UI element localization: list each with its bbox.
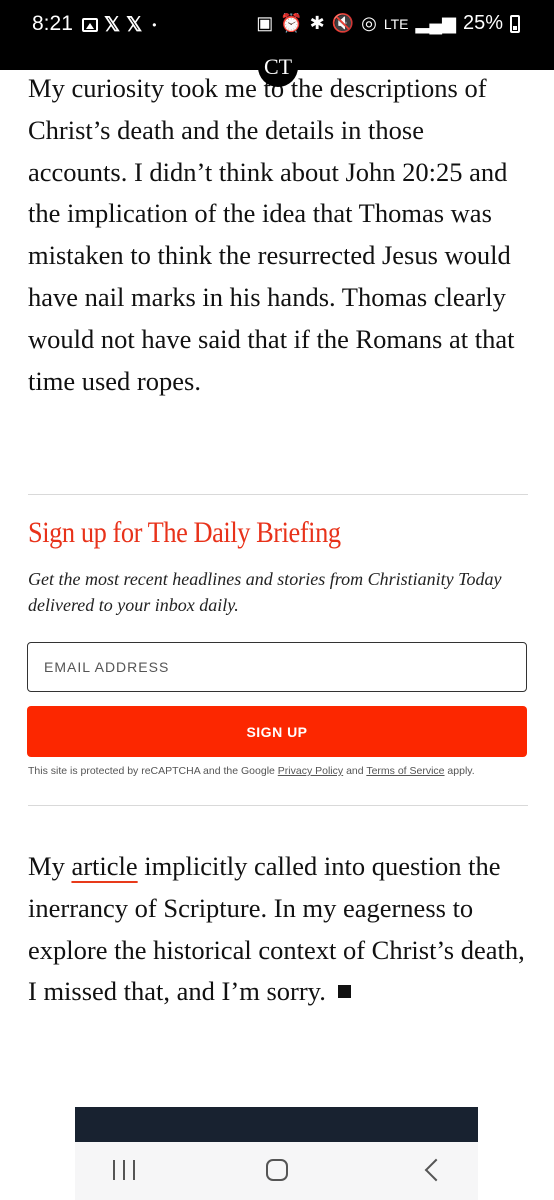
sign-up-button[interactable]: SIGN UP: [27, 706, 527, 757]
status-time: 8:21: [32, 12, 73, 35]
x-icon: 𝕏: [104, 14, 121, 36]
email-field[interactable]: [27, 642, 527, 692]
battery-icon: [510, 14, 520, 33]
hotspot-icon: ◎: [361, 13, 377, 33]
alarm-icon: ⏰: [280, 13, 303, 33]
legal-and: and: [343, 765, 367, 777]
terms-of-service-link[interactable]: Terms of Service: [366, 765, 444, 777]
newsletter-description: Get the most recent headlines and storie…: [28, 569, 502, 615]
legal-suffix: apply.: [444, 765, 475, 777]
status-bar: 8:21 𝕏 𝕏 • ▣ ⏰ ✱ 🔇 ◎ LTE ▂▄▆ 25%: [0, 0, 554, 44]
legal-prefix: This site is protected by reCAPTCHA and …: [28, 765, 278, 777]
home-icon[interactable]: [266, 1159, 288, 1181]
bluetooth-icon: ✱: [309, 13, 325, 33]
article-link[interactable]: article: [71, 851, 137, 881]
newsletter-title: Sign up for The Daily Briefing: [28, 516, 341, 549]
signal-icon: ▂▄▆: [415, 13, 456, 33]
end-mark-icon: [337, 985, 351, 999]
article-paragraph-1: My curiosity took me to the descriptions…: [28, 73, 515, 396]
recent-apps-icon[interactable]: [113, 1160, 135, 1180]
privacy-policy-link[interactable]: Privacy Policy: [278, 765, 343, 777]
recaptcha-notice: This site is protected by reCAPTCHA and …: [28, 765, 475, 777]
notification-icons: 𝕏 𝕏 •: [82, 12, 156, 37]
ct-logo[interactable]: CT: [258, 47, 298, 87]
x-icon: 𝕏: [126, 14, 143, 36]
battery-saver-icon: ▣: [256, 13, 274, 33]
more-notifications-dot: •: [152, 17, 157, 32]
gallery-icon: [82, 17, 98, 32]
article-paragraph-2: My article implicitly called into questi…: [28, 846, 528, 1013]
divider-bottom: [28, 805, 528, 806]
paragraph-2-start: My: [28, 851, 72, 881]
battery-percent: 25%: [462, 12, 503, 34]
mute-icon: 🔇: [331, 13, 355, 33]
lte-label: LTE: [383, 15, 409, 32]
system-icons: ▣ ⏰ ✱ 🔇 ◎ LTE ▂▄▆ 25%: [256, 12, 520, 35]
divider-top: [28, 494, 528, 495]
